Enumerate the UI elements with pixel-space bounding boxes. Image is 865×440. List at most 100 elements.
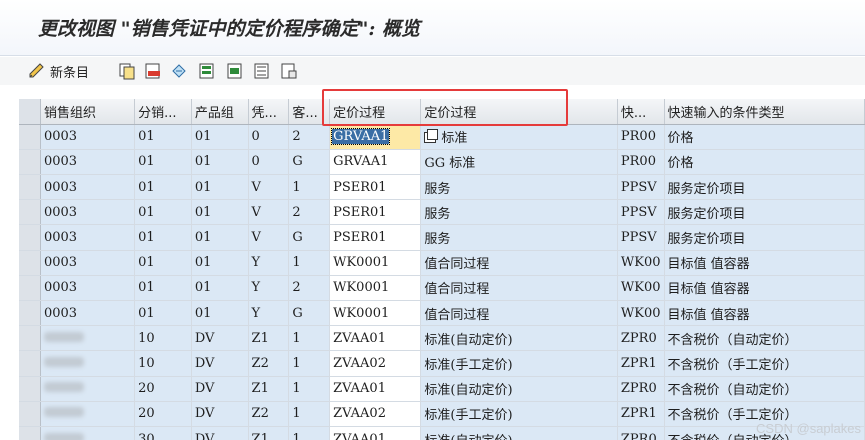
column-header-sales-org[interactable]: 销售组织 bbox=[40, 99, 136, 125]
cell-document-procedure: Z1 bbox=[248, 376, 290, 402]
cell-customer-procedure: 1 bbox=[288, 376, 331, 402]
cell-sales-org bbox=[40, 325, 136, 352]
table-row[interactable]: 0003 01 01 0 G GRVAA1 GG 标准 PR00 价格 bbox=[19, 149, 865, 176]
cell-pricing-procedure[interactable]: ZVAA02 bbox=[329, 401, 422, 427]
cell-pricing-procedure[interactable]: PSER01 bbox=[329, 224, 422, 251]
new-entries-button[interactable]: 新条目 bbox=[28, 60, 89, 82]
row-selector[interactable] bbox=[19, 149, 41, 176]
cell-sales-org: 0003 bbox=[40, 300, 136, 327]
row-selector[interactable] bbox=[19, 174, 41, 201]
cell-pricing-procedure[interactable]: WK0001 bbox=[329, 275, 422, 302]
cell-customer-procedure: 2 bbox=[288, 275, 331, 302]
table-row[interactable]: 0003 01 01 V 1 PSER01 服务 PPSV 服务定价项目 bbox=[19, 174, 865, 201]
table-row[interactable]: 0003 01 01 0 2 GRVAA1 标准 PR00 价格 bbox=[19, 124, 865, 150]
focused-pricing-procedure-value[interactable]: GRVAA1 bbox=[331, 128, 391, 146]
delete-button[interactable] bbox=[144, 60, 162, 82]
row-selector[interactable] bbox=[19, 376, 41, 402]
cell-quick-entry-code[interactable]: ZPR0 bbox=[617, 376, 665, 402]
cell-pricing-procedure[interactable]: ZVAA02 bbox=[329, 350, 422, 377]
cell-quick-entry-code[interactable]: PPSV bbox=[617, 199, 665, 226]
cell-division: 01 bbox=[191, 199, 249, 226]
cell-pricing-procedure[interactable]: GRVAA1 bbox=[329, 149, 422, 176]
cell-document-procedure: Y bbox=[248, 250, 290, 276]
cell-pricing-procedure[interactable]: ZVAA01 bbox=[329, 325, 422, 352]
cell-pricing-procedure-description: 服务 bbox=[420, 199, 618, 226]
cell-distribution-channel: 01 bbox=[134, 174, 192, 201]
cell-quick-entry-code[interactable]: WK00 bbox=[617, 250, 665, 276]
cell-distribution-channel: 01 bbox=[134, 275, 192, 302]
table-row[interactable]: 20 DV Z2 1 ZVAA02 标准(手工定价) ZPR1 不含税价（手工定价） bbox=[19, 401, 865, 427]
cell-pricing-procedure[interactable]: ZVAA01 bbox=[329, 376, 422, 402]
cell-pricing-procedure[interactable]: WK0001 bbox=[329, 300, 422, 327]
cell-quick-entry-code[interactable]: ZPR1 bbox=[617, 350, 665, 377]
data-table: 销售组织 分销... 产品组 凭... 客... 定价过程 定价过程 快... … bbox=[19, 99, 865, 440]
cell-sales-org: 0003 bbox=[40, 275, 136, 302]
cell-quick-entry-code[interactable]: PR00 bbox=[617, 149, 665, 176]
table-row[interactable]: 0003 01 01 Y G WK0001 值合同过程 WK00 目标值 值容器 bbox=[19, 300, 865, 327]
row-selector[interactable] bbox=[19, 350, 41, 377]
cell-pricing-procedure[interactable]: ZVAA01 bbox=[329, 426, 422, 440]
copy-icon bbox=[118, 62, 136, 80]
value-help-icon[interactable] bbox=[424, 129, 439, 144]
row-selector[interactable] bbox=[19, 199, 41, 226]
cell-pricing-procedure-description: 标准(手工定价) bbox=[420, 401, 618, 427]
cell-pricing-procedure[interactable]: WK0001 bbox=[329, 250, 422, 276]
watermark: CSDN @saplakes bbox=[756, 421, 861, 436]
cell-quick-entry-code[interactable]: ZPR0 bbox=[617, 325, 665, 352]
row-selector[interactable] bbox=[19, 325, 41, 352]
table-row[interactable]: 10 DV Z2 1 ZVAA02 标准(手工定价) ZPR1 不含税价（手工定价） bbox=[19, 350, 865, 377]
cell-quick-entry-code[interactable]: ZPR1 bbox=[617, 401, 665, 427]
column-header-division[interactable]: 产品组 bbox=[191, 99, 249, 125]
table-row[interactable]: 0003 01 01 Y 1 WK0001 值合同过程 WK00 目标值 值容器 bbox=[19, 250, 865, 276]
cell-pricing-procedure[interactable]: PSER01 bbox=[329, 174, 422, 201]
table-row[interactable]: 10 DV Z1 1 ZVAA01 标准(自动定价) ZPR0 不含税价（自动定价） bbox=[19, 325, 865, 352]
cell-pricing-procedure-description: 服务 bbox=[420, 174, 618, 201]
table-row[interactable]: 30DVZ11ZVAA01标准(自动定价)ZPR0不含税价（自动定价） bbox=[19, 426, 865, 440]
cell-distribution-channel: 20 bbox=[134, 376, 192, 402]
row-selector[interactable] bbox=[19, 275, 41, 302]
redacted-value bbox=[43, 331, 84, 342]
select-all-rows-cell[interactable] bbox=[19, 99, 41, 125]
column-header-document-pricing-procedure[interactable]: 凭... bbox=[248, 99, 290, 125]
undo-button[interactable] bbox=[170, 60, 188, 82]
copy-button[interactable] bbox=[118, 60, 136, 82]
cell-pricing-procedure-description: 服务 bbox=[420, 224, 618, 251]
select-all-button[interactable] bbox=[198, 60, 216, 82]
cell-distribution-channel: 01 bbox=[134, 300, 192, 327]
pricing-procedure-highlight-box bbox=[322, 89, 568, 126]
cell-quick-entry-code[interactable]: ZPR0 bbox=[617, 426, 665, 440]
cell-division: DV bbox=[191, 325, 249, 352]
table-row[interactable]: 0003 01 01 V G PSER01 服务 PPSV 服务定价项目 bbox=[19, 224, 865, 251]
table-row[interactable]: 20 DV Z1 1 ZVAA01 标准(自动定价) ZPR0 不含税价（自动定价） bbox=[19, 376, 865, 402]
row-selector[interactable] bbox=[19, 401, 41, 427]
print-icon bbox=[280, 62, 298, 80]
row-selector[interactable] bbox=[19, 224, 41, 251]
cell-division: 01 bbox=[191, 300, 249, 327]
row-selector[interactable] bbox=[19, 124, 41, 150]
cell-quick-entry-code[interactable]: WK00 bbox=[617, 300, 665, 327]
select-block-button[interactable] bbox=[226, 60, 244, 82]
column-header-distribution-channel[interactable]: 分销... bbox=[134, 99, 192, 125]
cell-quick-entry-code[interactable]: WK00 bbox=[617, 275, 665, 302]
cell-quick-entry-condition-type: 目标值 值容器 bbox=[664, 250, 865, 276]
edit-pen-icon bbox=[28, 62, 46, 80]
cell-customer-procedure: 1 bbox=[288, 174, 331, 201]
cell-division: 01 bbox=[191, 275, 249, 302]
cell-distribution-channel: 01 bbox=[134, 149, 192, 176]
row-selector[interactable] bbox=[19, 426, 41, 440]
cell-pricing-procedure[interactable]: GRVAA1 bbox=[329, 124, 422, 150]
column-header-quick-entry-condition-type[interactable]: 快速输入的条件类型 bbox=[664, 99, 865, 125]
cell-document-procedure: Z2 bbox=[248, 401, 290, 427]
cell-quick-entry-code[interactable]: PPSV bbox=[617, 224, 665, 251]
row-selector[interactable] bbox=[19, 300, 41, 327]
cell-quick-entry-code[interactable]: PPSV bbox=[617, 174, 665, 201]
print-button[interactable] bbox=[280, 60, 298, 82]
redacted-value bbox=[43, 382, 84, 393]
cell-pricing-procedure[interactable]: PSER01 bbox=[329, 199, 422, 226]
table-row[interactable]: 0003 01 01 Y 2 WK0001 值合同过程 WK00 目标值 值容器 bbox=[19, 275, 865, 302]
table-row[interactable]: 0003 01 01 V 2 PSER01 服务 PPSV 服务定价项目 bbox=[19, 199, 865, 226]
column-header-quick-entry-condition[interactable]: 快... bbox=[617, 99, 665, 125]
cell-quick-entry-code[interactable]: PR00 bbox=[617, 124, 665, 150]
deselect-all-button[interactable] bbox=[253, 60, 271, 82]
row-selector[interactable] bbox=[19, 250, 41, 276]
